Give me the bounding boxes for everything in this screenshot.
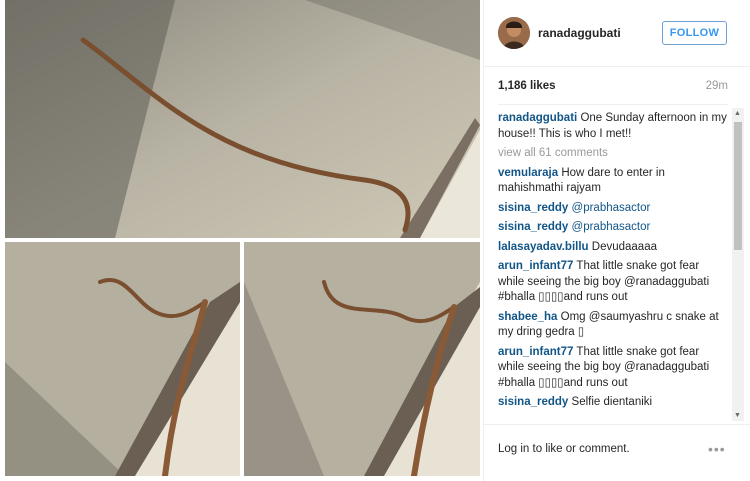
list-item: vemularaja How dare to enter in mahishma… [498,166,728,197]
scroll-up-icon[interactable]: ▲ [734,110,741,117]
comment-user[interactable]: sisina_reddy [498,202,568,214]
comment-user[interactable]: arun_infant77 [498,346,573,358]
post-side-panel: ranadaggubati FOLLOW 1,186 likes 29m ran… [483,0,750,481]
scrollbar-thumb[interactable] [734,122,742,250]
comment-user[interactable]: lalasayadav.billu [498,241,589,253]
more-options-icon[interactable]: ••• [708,441,726,457]
comment-user[interactable]: arun_infant77 [498,260,573,272]
username-link[interactable]: ranadaggubati [538,26,621,40]
comment-text[interactable]: @prabhasactor [572,221,651,233]
post-header: ranadaggubati FOLLOW [484,0,750,67]
comments-list: ranadaggubati One Sunday afternoon in my… [498,104,728,422]
post-footer: Log in to like or comment. ••• [484,424,750,481]
view-all-comments-link[interactable]: view all 61 comments [498,146,728,162]
login-to-comment-link[interactable]: Log in to like or comment. [498,443,630,455]
comment-user[interactable]: sisina_reddy [498,396,568,408]
comment-text: Devudaaaaa [591,240,657,253]
list-item: shabee_ha Omg @saumyashru c snake at my … [498,310,728,341]
follow-button[interactable]: FOLLOW [662,21,727,45]
post-time[interactable]: 29m [706,80,728,92]
list-item: arun_infant77 That little snake got fear… [498,345,728,392]
list-item: lalasayadav.billu Devudaaaaa [498,240,728,256]
avatar[interactable] [498,17,530,49]
list-item: sisina_reddy @prabhasactor [498,220,728,236]
comment-user[interactable]: sisina_reddy [498,221,568,233]
caption: ranadaggubati One Sunday afternoon in my… [498,111,728,142]
list-item: sisina_reddy Selfie dientaniki [498,395,728,411]
comment-text[interactable]: @prabhasactor [572,202,651,214]
list-item: sisina_reddy @prabhasactor [498,201,728,217]
likes-row: 1,186 likes 29m [498,80,728,96]
comment-text: Selfie dientaniki [571,396,653,408]
post-photo-bottom-right [244,242,480,476]
post-photo-top [5,0,480,238]
comment-user[interactable]: vemularaja [498,167,558,179]
likes-count[interactable]: 1,186 likes [498,80,556,92]
comment-user[interactable]: shabee_ha [498,311,557,323]
photo-collage [0,0,480,481]
post-photo-bottom-left [5,242,240,476]
list-item: arun_infant77 That little snake got fear… [498,259,728,306]
caption-user[interactable]: ranadaggubati [498,112,577,124]
comments-scrollbar[interactable]: ▲ ▼ [732,108,744,421]
scroll-down-icon[interactable]: ▼ [734,412,741,419]
